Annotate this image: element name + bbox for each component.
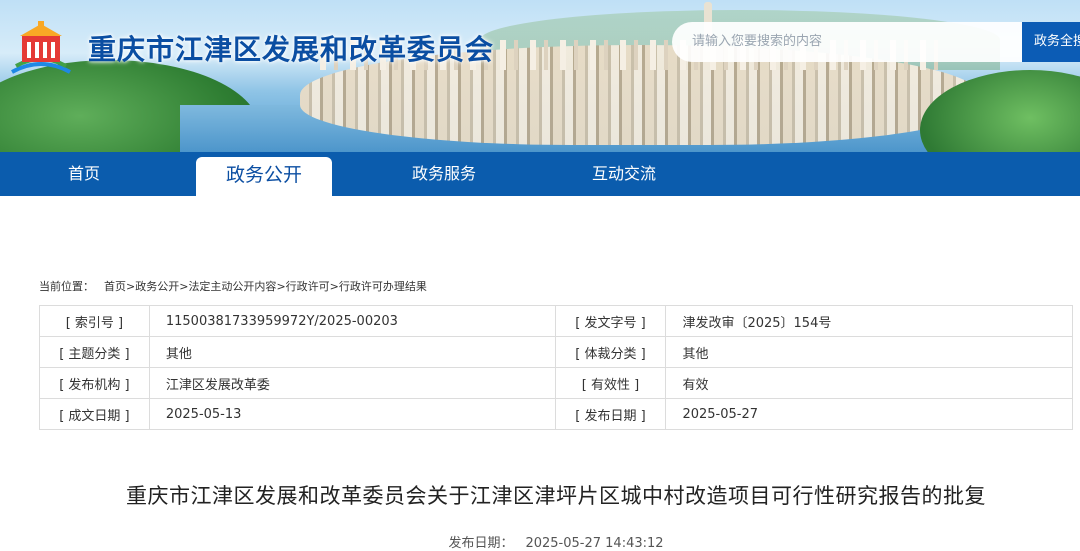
nav-item-gov-services[interactable]: 政务服务	[386, 152, 502, 196]
breadcrumb-separator: >	[329, 280, 339, 293]
topic-category-key: [ 主题分类 ]	[39, 336, 150, 368]
table-row: [ 成文日期 ] 2025-05-13 [ 发布日期 ] 2025-05-27	[39, 398, 1073, 430]
publish-date-value: 2025-05-27	[665, 398, 1073, 430]
nav-item-interaction[interactable]: 互动交流	[566, 152, 682, 196]
main-nav: 首页 政务公开 政务服务 互动交流	[0, 152, 1080, 196]
document-number-value: 津发改审〔2025〕154号	[665, 305, 1073, 337]
search-button[interactable]: 政务全搜	[1022, 22, 1080, 62]
index-number-key: [ 索引号 ]	[39, 305, 150, 337]
document-title: 重庆市江津区发展和改革委员会关于江津区津坪片区城中村改造项目可行性研究报告的批复	[126, 484, 986, 508]
site-logo-icon[interactable]	[8, 20, 74, 76]
table-row: [ 主题分类 ] 其他 [ 体裁分类 ] 其他	[39, 336, 1073, 368]
written-date-key: [ 成文日期 ]	[39, 398, 150, 430]
breadcrumb: 当前位置： 首页>政务公开>法定主动公开内容>行政许可>行政许可办理结果	[39, 278, 427, 294]
validity-key: [ 有效性 ]	[554, 367, 667, 399]
nav-item-home[interactable]: 首页	[28, 152, 140, 196]
breadcrumb-separator: >	[276, 280, 286, 293]
table-row: [ 索引号 ] 11500381733959972Y/2025-00203 [ …	[39, 305, 1073, 337]
publish-datetime-label: 发布日期：	[448, 536, 514, 551]
table-row: [ 发布机构 ] 江津区发展改革委 [ 有效性 ] 有效	[39, 367, 1073, 399]
validity-value: 有效	[665, 367, 1073, 399]
publish-datetime: 发布日期： 2025-05-27 14:43:12	[0, 532, 1080, 551]
breadcrumb-item-gov-affairs[interactable]: 政务公开	[135, 280, 179, 293]
index-number-value: 11500381733959972Y/2025-00203	[148, 305, 556, 337]
site-title[interactable]: 重庆市江津区发展和改革委员会	[88, 28, 494, 68]
breadcrumb-item-statutory-content[interactable]: 法定主动公开内容	[188, 280, 276, 293]
breadcrumb-item-admin-license[interactable]: 行政许可	[286, 280, 330, 293]
publish-datetime-value: 2025-05-27 14:43:12	[525, 536, 664, 551]
publish-date-key: [ 发布日期 ]	[554, 398, 667, 430]
genre-category-value: 其他	[665, 336, 1073, 368]
publishing-org-key: [ 发布机构 ]	[39, 367, 150, 399]
breadcrumb-separator: >	[126, 280, 136, 293]
genre-category-key: [ 体裁分类 ]	[554, 336, 667, 368]
search-input[interactable]: 请输入您要搜索的内容	[672, 22, 1024, 62]
nav-item-gov-affairs-open[interactable]: 政务公开	[196, 157, 332, 196]
publishing-org-value: 江津区发展改革委	[148, 367, 556, 399]
document-info-table: [ 索引号 ] 11500381733959972Y/2025-00203 [ …	[39, 305, 1073, 430]
breadcrumb-label: 当前位置：	[39, 280, 94, 293]
written-date-value: 2025-05-13	[148, 398, 556, 430]
header-banner: 重庆市江津区发展和改革委员会 请输入您要搜索的内容 政务全搜	[0, 0, 1080, 152]
breadcrumb-item-home[interactable]: 首页	[104, 280, 126, 293]
topic-category-value: 其他	[148, 336, 556, 368]
document-number-key: [ 发文字号 ]	[554, 305, 667, 337]
breadcrumb-item-license-results[interactable]: 行政许可办理结果	[339, 280, 427, 293]
